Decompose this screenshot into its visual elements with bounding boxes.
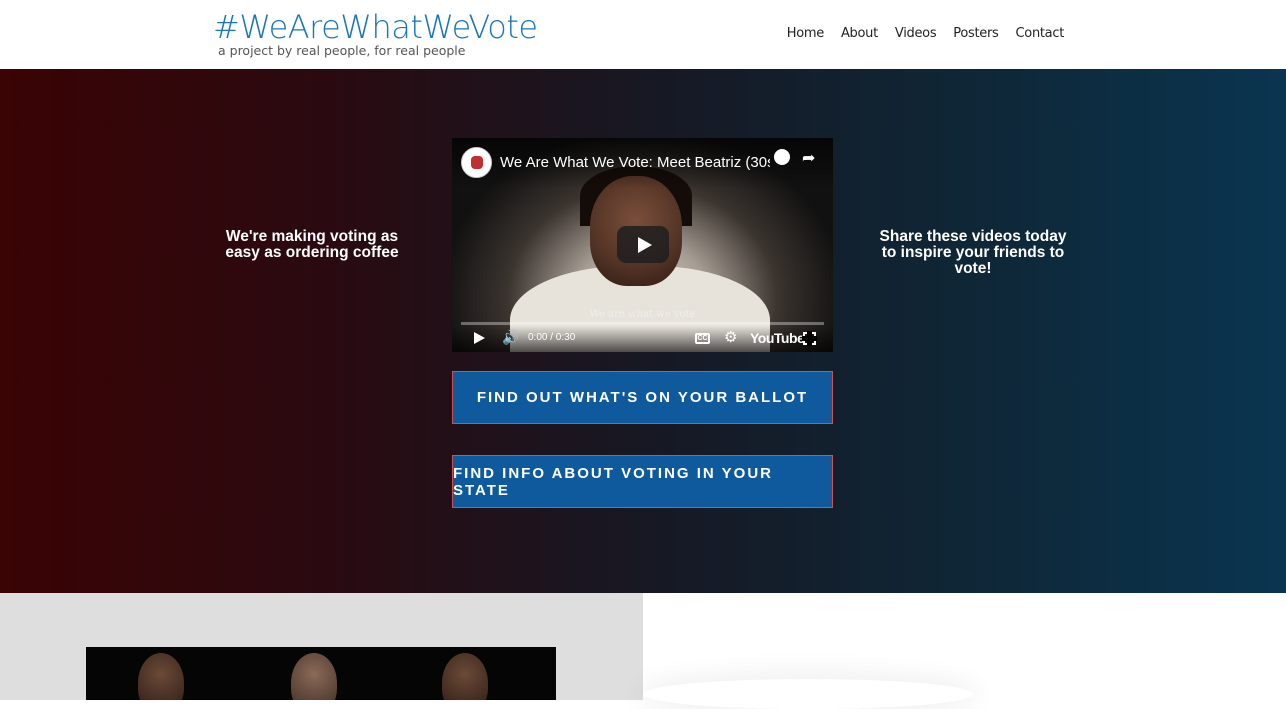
nav-videos[interactable]: Videos [895, 26, 937, 41]
site-header: #WeAreWhatWeVote a project by real peopl… [0, 0, 1286, 69]
hero-section: We're making voting as easy as ordering … [0, 69, 1286, 593]
nav-posters[interactable]: Posters [953, 26, 999, 41]
hero-right-text: Share these videos today to inspire your… [879, 228, 1067, 277]
video-caption: We are what we vote [589, 309, 696, 320]
find-state-info-button[interactable]: FIND INFO ABOUT VOTING IN YOUR STATE [452, 455, 833, 508]
group-photo [86, 647, 556, 700]
nav-about[interactable]: About [841, 26, 878, 41]
site-title[interactable]: #WeAreWhatWeVote [213, 8, 538, 46]
bottom-left-panel [0, 593, 643, 700]
watch-later-icon[interactable] [774, 149, 790, 165]
share-icon[interactable]: ➦ [802, 148, 815, 168]
volume-icon[interactable]: 🔊 [502, 329, 519, 346]
youtube-logo[interactable]: YouTube [750, 330, 805, 346]
bottom-right-panel [643, 593, 1286, 700]
video-time: 0:00 / 0:30 [528, 332, 576, 343]
play-overlay-button[interactable] [617, 226, 669, 263]
video-progress-bar[interactable] [461, 322, 824, 325]
play-icon[interactable] [474, 332, 485, 344]
nav-contact[interactable]: Contact [1016, 26, 1065, 41]
main-nav: Home About Videos Posters Contact [787, 26, 1065, 41]
find-ballot-button[interactable]: FIND OUT WHAT'S ON YOUR BALLOT [452, 371, 833, 424]
card-shadow [643, 679, 973, 709]
video-title[interactable]: We Are What We Vote: Meet Beatriz (30se.… [500, 154, 770, 171]
channel-avatar-icon[interactable] [461, 147, 492, 178]
fullscreen-icon[interactable] [802, 331, 817, 346]
hero-left-text: We're making voting as easy as ordering … [225, 228, 399, 261]
video-player[interactable]: We are what we vote We Are What We Vote:… [452, 138, 833, 352]
person-photo-1 [138, 653, 184, 700]
settings-gear-icon[interactable]: ⚙ [724, 328, 737, 346]
captions-icon[interactable]: CC [695, 333, 710, 344]
nav-home[interactable]: Home [787, 26, 825, 41]
brand[interactable]: #WeAreWhatWeVote a project by real peopl… [213, 8, 538, 58]
person-photo-3 [442, 653, 488, 700]
person-photo-2 [291, 653, 337, 700]
video-controls: 🔊 0:00 / 0:30 CC ⚙ YouTube [452, 326, 833, 352]
